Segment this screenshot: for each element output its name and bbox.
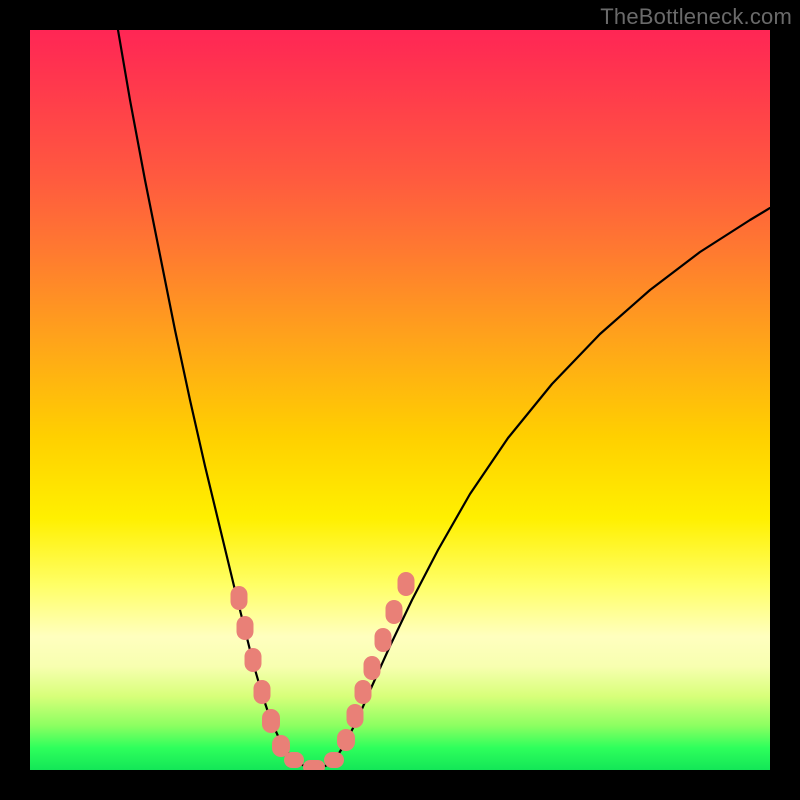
curve-left	[118, 30, 292, 758]
bead-floor	[303, 760, 325, 770]
bead-right	[355, 680, 372, 704]
bead-right	[347, 704, 364, 728]
curve-floor	[292, 758, 336, 768]
v-curve	[118, 30, 770, 768]
bead-left	[272, 735, 290, 757]
bead-right	[386, 600, 403, 624]
bead-floor	[284, 752, 304, 768]
gradient-plot-area	[30, 30, 770, 770]
outer-frame: TheBottleneck.com	[0, 0, 800, 800]
bead-right	[375, 628, 392, 652]
curve-layer	[30, 30, 770, 770]
bead-left	[237, 616, 254, 640]
bead-right	[337, 729, 355, 751]
beads-group	[231, 572, 415, 770]
bead-left	[254, 680, 271, 704]
curve-right	[336, 208, 770, 758]
bead-left	[231, 586, 248, 610]
bead-floor	[324, 752, 344, 768]
bead-left	[245, 648, 262, 672]
watermark-text: TheBottleneck.com	[600, 4, 792, 30]
bead-left	[262, 709, 280, 733]
bead-right	[364, 656, 381, 680]
bead-right	[398, 572, 415, 596]
